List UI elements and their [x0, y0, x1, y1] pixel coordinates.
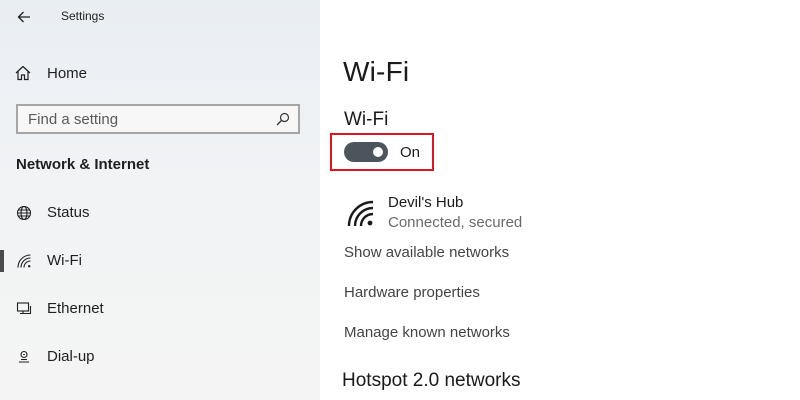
wifi-toggle[interactable]	[344, 142, 388, 162]
page-title: Wi-Fi	[343, 56, 410, 87]
back-button[interactable]	[12, 6, 36, 28]
network-status: Connected, secured	[388, 214, 523, 231]
app-title: Settings	[61, 9, 105, 23]
sidebar-item-status[interactable]: Status	[0, 198, 320, 228]
hardware-properties-link[interactable]: Hardware properties	[344, 284, 480, 301]
globe-icon	[16, 205, 32, 221]
wifi-signal-icon	[347, 200, 374, 227]
search-icon[interactable]	[276, 112, 290, 126]
sidebar: Settings Home Network & Internet Status	[0, 0, 320, 400]
manage-known-networks-link[interactable]: Manage known networks	[344, 324, 510, 341]
network-name[interactable]: Devil's Hub	[388, 194, 463, 211]
main-content: Wi-Fi Wi-Fi On Devil's Hub Connected, se…	[320, 0, 800, 400]
nav-home[interactable]: Home	[14, 61, 87, 85]
sidebar-item-label: Ethernet	[47, 300, 104, 317]
search-input[interactable]	[28, 110, 258, 128]
sidebar-item-label: Dial-up	[47, 348, 95, 365]
section-title: Network & Internet	[16, 156, 150, 173]
toggle-knob	[373, 147, 383, 157]
sidebar-item-dialup[interactable]: Dial-up	[0, 342, 320, 372]
nav-home-label: Home	[47, 64, 88, 82]
active-indicator	[0, 250, 4, 272]
toggle-state-label: On	[400, 144, 421, 161]
back-arrow-icon	[17, 11, 30, 23]
wifi-heading: Wi-Fi	[344, 109, 389, 130]
wifi-icon	[17, 254, 31, 268]
search-box[interactable]	[16, 104, 300, 134]
ethernet-icon	[16, 302, 32, 315]
show-available-networks-link[interactable]: Show available networks	[344, 244, 509, 261]
dialup-icon	[19, 350, 29, 363]
sidebar-item-ethernet[interactable]: Ethernet	[0, 294, 320, 324]
sidebar-item-label: Status	[47, 204, 90, 221]
hotspot-heading: Hotspot 2.0 networks	[342, 370, 521, 391]
sidebar-item-wifi[interactable]: Wi-Fi	[0, 246, 320, 276]
home-icon	[15, 65, 31, 81]
sidebar-item-label: Wi-Fi	[47, 252, 82, 269]
